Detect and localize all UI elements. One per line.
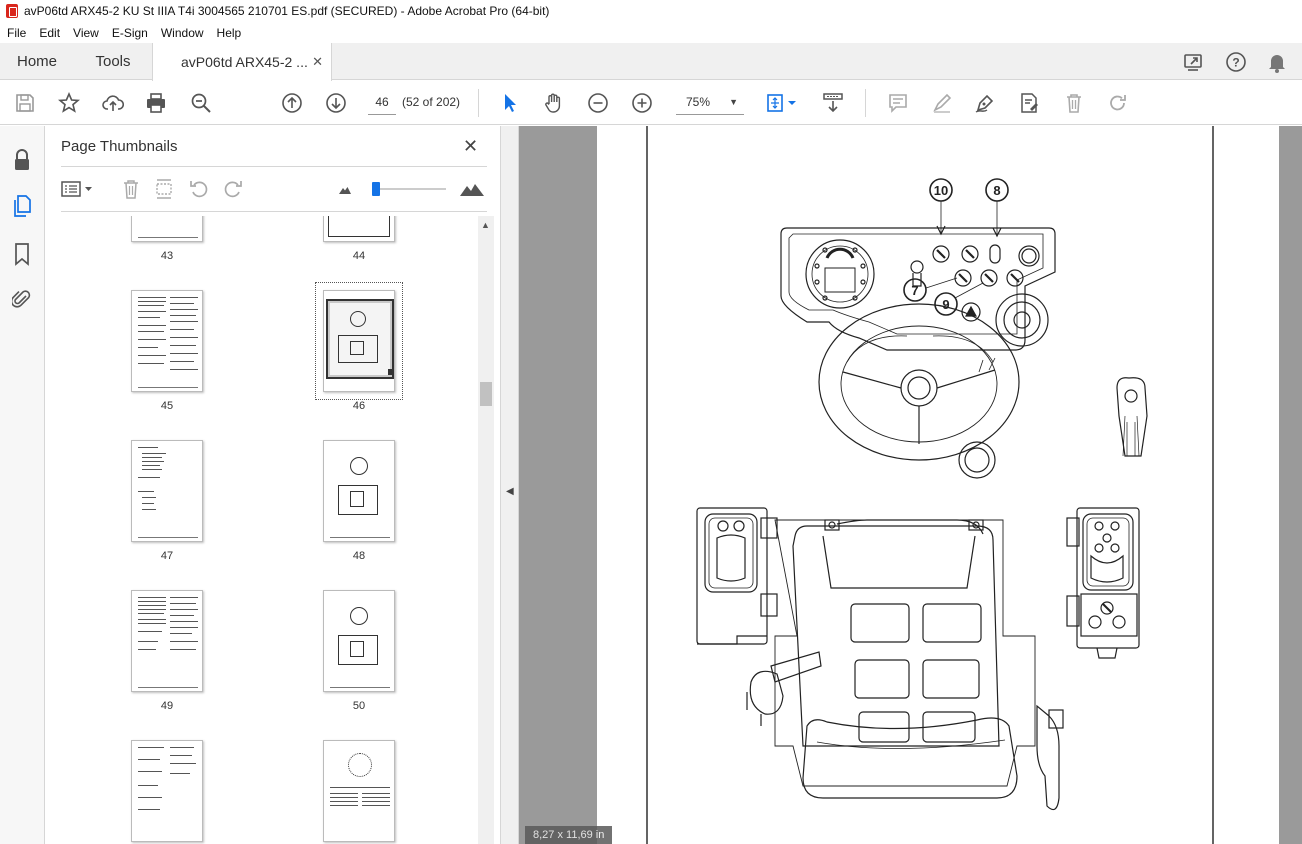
rotate-left-icon[interactable]	[188, 178, 210, 200]
tab-tools[interactable]: Tools	[74, 43, 152, 80]
extract-pages-icon[interactable]	[153, 178, 175, 200]
page-thumbnail-43[interactable]	[131, 216, 203, 242]
panel-divider	[61, 211, 487, 212]
thumbnail-label: 46	[352, 400, 366, 412]
callout-8: 8	[993, 183, 1000, 198]
main-toolbar: 46 (52 of 202) 75% ▼	[0, 81, 1302, 125]
small-thumbnail-mountain-icon[interactable]	[334, 178, 356, 200]
tab-bar: Home Tools avP06td ARX45-2 ... ✕ ?	[0, 43, 1302, 81]
callout-7: 7	[911, 283, 918, 298]
menu-bar: File Edit View E-Sign Window Help	[0, 22, 1302, 43]
thumbnail-list: 43 44 45 46 47 48 49 50	[61, 216, 491, 844]
thumbnail-label: 44	[352, 250, 366, 262]
menu-edit[interactable]: Edit	[32, 26, 66, 40]
document-view[interactable]: 10 8 7 9 8,27 x 11,69 in	[519, 126, 1302, 844]
zoom-in-icon[interactable]	[630, 91, 654, 115]
left-navigation-rail	[0, 126, 45, 844]
menu-help[interactable]: Help	[210, 26, 248, 40]
zoom-level-value: 75%	[686, 95, 711, 109]
scroll-mode-icon[interactable]	[821, 91, 845, 115]
thumbnail-label: 48	[352, 550, 366, 562]
close-tab-icon[interactable]: ✕	[312, 54, 323, 70]
svg-text:?: ?	[1232, 56, 1239, 70]
tab-document-label: avP06td ARX45-2 ...	[181, 54, 308, 70]
share-screen-icon[interactable]	[1183, 51, 1205, 73]
page-thumbnail-45[interactable]	[131, 290, 203, 392]
panel-splitter[interactable]: ◀	[500, 126, 519, 844]
page-thumbnail-48[interactable]	[323, 440, 395, 542]
fit-page-icon[interactable]	[765, 91, 799, 115]
scrollbar-thumb[interactable]	[480, 382, 492, 406]
page-number-input[interactable]: 46	[368, 89, 396, 115]
hand-tool-icon[interactable]	[542, 91, 566, 115]
menu-view[interactable]: View	[66, 26, 105, 40]
large-thumbnail-mountain-icon[interactable]	[459, 178, 485, 200]
close-panel-icon[interactable]: ✕	[463, 136, 478, 157]
panel-title: Page Thumbnails	[61, 138, 178, 155]
zoom-out-search-icon[interactable]	[189, 91, 213, 115]
operator-console-drawing: 10 8 7 9	[646, 126, 1214, 844]
toolbar-divider	[865, 89, 866, 117]
bookmark-star-icon[interactable]	[57, 91, 81, 115]
redo-icon[interactable]	[1106, 91, 1130, 115]
window-title: avP06td ARX45-2 KU St IIIA T4i 3004565 2…	[24, 4, 550, 18]
thumbnail-label: 47	[160, 550, 174, 562]
panel-divider	[61, 166, 487, 167]
chevron-down-icon: ▼	[729, 97, 738, 107]
page-thumbnail-49[interactable]	[131, 590, 203, 692]
menu-window[interactable]: Window	[154, 26, 210, 40]
zoom-out-icon[interactable]	[586, 91, 610, 115]
comment-icon[interactable]	[886, 91, 910, 115]
slider-handle[interactable]	[372, 182, 380, 196]
collapse-panel-arrow-icon[interactable]: ◀	[506, 486, 514, 497]
save-icon[interactable]	[13, 91, 37, 115]
toolbar-divider	[478, 89, 479, 117]
rotate-right-icon[interactable]	[222, 178, 244, 200]
scroll-up-arrow-icon[interactable]: ▲	[481, 220, 490, 230]
upload-cloud-icon[interactable]	[101, 91, 125, 115]
thumbnail-size-slider[interactable]	[372, 182, 446, 196]
select-cursor-icon[interactable]	[498, 91, 522, 115]
page-thumbnails-icon[interactable]	[10, 194, 34, 218]
page-thumbnails-panel: Page Thumbnails ✕ 43 44 45 46 47 48 49 5…	[45, 126, 500, 844]
print-icon[interactable]	[144, 91, 168, 115]
callout-9: 9	[942, 297, 949, 312]
sign-pen-icon[interactable]	[973, 91, 997, 115]
notifications-bell-icon[interactable]	[1266, 51, 1288, 73]
tab-home[interactable]: Home	[0, 43, 74, 80]
attachments-paperclip-icon[interactable]	[10, 287, 34, 311]
highlight-pen-icon[interactable]	[930, 91, 954, 115]
thumbnail-label: 43	[160, 250, 174, 262]
help-icon[interactable]: ?	[1225, 51, 1247, 73]
title-bar: avP06td ARX45-2 KU St IIIA T4i 3004565 2…	[0, 0, 1302, 22]
page-thumbnail-47[interactable]	[131, 440, 203, 542]
callout-10: 10	[934, 183, 948, 198]
lock-icon[interactable]	[10, 148, 34, 172]
pdf-page: 10 8 7 9	[597, 126, 1279, 844]
previous-page-icon[interactable]	[280, 91, 304, 115]
redact-edit-icon[interactable]	[1017, 91, 1041, 115]
trash-icon[interactable]	[1062, 91, 1086, 115]
page-thumbnail-52[interactable]	[323, 740, 395, 842]
zoom-level-select[interactable]: 75% ▼	[676, 89, 744, 115]
thumbnail-label: 50	[352, 700, 366, 712]
thumbnail-label: 45	[160, 400, 174, 412]
delete-pages-icon[interactable]	[120, 178, 142, 200]
page-count: (52 of 202)	[402, 95, 461, 109]
thumbnail-scrollbar[interactable]: ▲	[478, 216, 494, 844]
next-page-icon[interactable]	[324, 91, 348, 115]
tab-document[interactable]: avP06td ARX45-2 ... ✕	[152, 43, 332, 81]
menu-esign[interactable]: E-Sign	[105, 26, 154, 40]
acrobat-pdf-icon	[6, 4, 18, 18]
page-thumbnail-44[interactable]	[323, 216, 395, 242]
page-thumbnail-50[interactable]	[323, 590, 395, 692]
thumbnail-options-menu-icon[interactable]	[61, 178, 95, 200]
menu-file[interactable]: File	[0, 26, 32, 40]
page-thumbnail-51[interactable]	[131, 740, 203, 842]
page-thumbnail-46-selected[interactable]	[315, 282, 403, 400]
bookmarks-icon[interactable]	[10, 242, 34, 266]
page-size-indicator: 8,27 x 11,69 in	[525, 826, 613, 844]
thumbnail-label: 49	[160, 700, 174, 712]
